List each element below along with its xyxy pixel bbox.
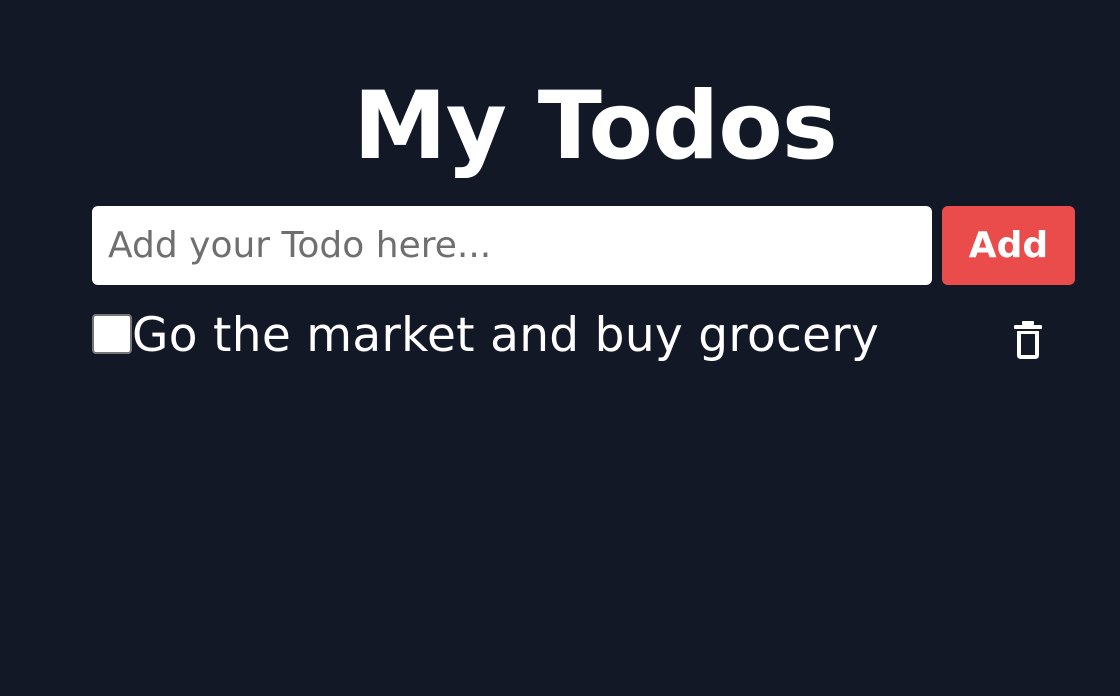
todo-app: My Todos Add Go the market and buy groce… bbox=[0, 0, 1120, 696]
todo-item: Go the market and buy grocery bbox=[92, 308, 1052, 368]
todo-checkbox[interactable] bbox=[92, 314, 132, 354]
todo-input[interactable] bbox=[92, 206, 932, 285]
trash-icon[interactable] bbox=[1012, 320, 1044, 360]
page-title: My Todos bbox=[353, 72, 838, 181]
add-todo-form: Add bbox=[92, 206, 1075, 285]
add-button[interactable]: Add bbox=[942, 206, 1075, 285]
todo-text: Go the market and buy grocery bbox=[132, 308, 880, 363]
